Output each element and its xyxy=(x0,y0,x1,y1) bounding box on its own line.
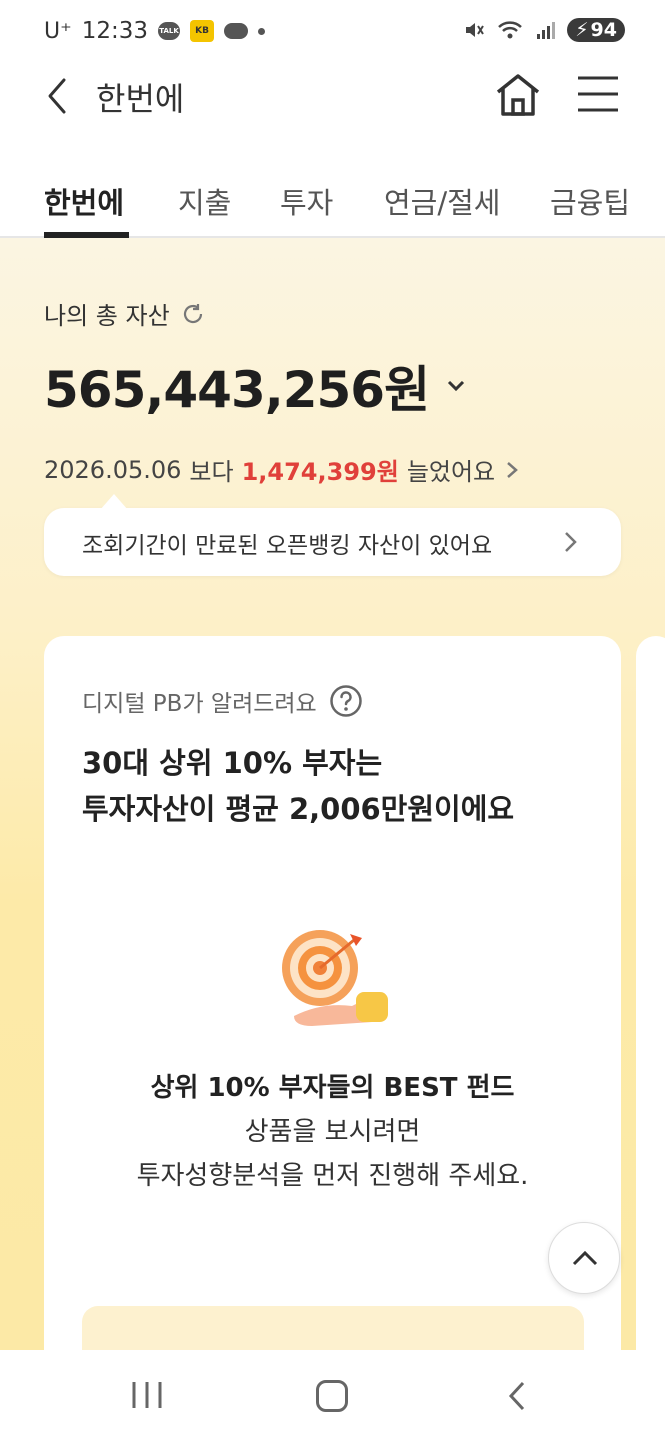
system-nav-bar xyxy=(0,1350,665,1440)
card-title-line2: 투자자산이 평균 2,006만원이에요 xyxy=(82,792,515,826)
notice-text: 조회기간이 만료된 오픈뱅킹 자산이 있어요 xyxy=(82,533,493,559)
target-icon xyxy=(282,930,388,1026)
kb-app-icon: KB xyxy=(190,20,215,42)
main-content: 나의 총 자산 565,443,256원 2026.05.06 보다 1,474… xyxy=(0,238,665,1350)
page-title: 한번에 xyxy=(96,80,185,118)
signal-icon xyxy=(537,22,556,39)
card-body: 상위 10% 부자들의 BEST 펀드 상품을 보시려면 투자성향분석을 먼저 … xyxy=(44,1066,621,1198)
card-body-line1: 상위 10% 부자들의 BEST 펀드 xyxy=(150,1073,515,1103)
assets-comparison[interactable]: 2026.05.06 보다 1,474,399원 늘었어요 xyxy=(44,452,521,487)
tab-bar: 한번에 지출 투자 연금/절세 금융팁 xyxy=(0,160,665,238)
tab-all[interactable]: 한번에 xyxy=(44,180,124,238)
battery-indicator: ⚡ 94 xyxy=(567,18,625,42)
card-body-line2: 상품을 보시려면 xyxy=(244,1117,421,1147)
card-subtitle: 디지털 PB가 알려드려요 xyxy=(82,691,317,717)
notice-pointer xyxy=(100,494,128,510)
chevron-down-icon[interactable] xyxy=(445,375,467,397)
compare-amount: 1,474,399원 xyxy=(241,458,399,486)
home-icon[interactable] xyxy=(492,70,544,120)
total-assets-label-row: 나의 총 자산 xyxy=(44,296,206,331)
chevron-right-icon xyxy=(507,461,519,478)
scroll-top-icon xyxy=(572,1250,598,1266)
carrier-label: U⁺ xyxy=(44,18,72,44)
start-analysis-button[interactable] xyxy=(82,1306,584,1350)
card-title-line1: 30대 상위 10% 부자는 xyxy=(82,746,383,780)
tab-spending[interactable]: 지출 xyxy=(178,180,231,238)
compare-date: 2026.05.06 xyxy=(44,455,182,484)
tab-finance-tips[interactable]: 금융팁 xyxy=(550,180,630,238)
kakaotalk-icon: TALK xyxy=(158,22,181,40)
app-header: 한번에 xyxy=(0,64,665,160)
home-nav-icon[interactable] xyxy=(316,1380,348,1412)
card-subtitle-row: 디지털 PB가 알려드려요 xyxy=(82,684,363,718)
mute-icon xyxy=(466,23,485,37)
help-icon[interactable] xyxy=(329,684,363,718)
recent-apps-icon[interactable] xyxy=(130,1380,164,1410)
notification-icon xyxy=(224,23,249,39)
scroll-to-top-button[interactable] xyxy=(548,1222,620,1294)
menu-icon[interactable] xyxy=(576,74,620,114)
back-nav-icon[interactable] xyxy=(505,1380,529,1412)
back-icon[interactable] xyxy=(36,74,80,118)
chevron-right-icon xyxy=(565,532,577,552)
total-assets-value: 565,443,256 xyxy=(44,361,385,419)
clock: 12:33 xyxy=(81,18,149,44)
openbanking-notice[interactable]: 조회기간이 만료된 오픈뱅킹 자산이 있어요 xyxy=(44,494,621,576)
card-title: 30대 상위 10% 부자는 투자자산이 평균 2,006만원이에요 xyxy=(82,740,514,832)
total-assets-label: 나의 총 자산 xyxy=(44,302,170,330)
more-notifications-dot xyxy=(258,27,266,35)
next-card-peek[interactable] xyxy=(636,636,665,1350)
compare-suffix: 늘었어요 xyxy=(406,458,496,486)
digital-pb-card[interactable]: 디지털 PB가 알려드려요 30대 상위 10% 부자는 투자자산이 평균 2,… xyxy=(44,636,621,1350)
tab-investment[interactable]: 투자 xyxy=(280,180,333,238)
status-right: ⚡ 94 xyxy=(463,18,625,42)
status-left: U⁺ 12:33 TALK KB xyxy=(44,18,266,44)
tab-pension-tax[interactable]: 연금/절세 xyxy=(384,180,501,238)
card-body-line3: 투자성향분석을 먼저 진행해 주세요. xyxy=(136,1161,529,1191)
total-assets-unit: 원 xyxy=(384,361,430,419)
battery-level: 94 xyxy=(590,19,617,41)
status-bar: U⁺ 12:33 TALK KB ⚡ 94 xyxy=(0,0,665,64)
wifi-icon xyxy=(498,21,523,39)
screen: U⁺ 12:33 TALK KB ⚡ 94 한번에 한번에 지출 투자 연금/절세… xyxy=(0,0,665,1440)
refresh-icon[interactable] xyxy=(180,301,206,327)
total-assets-amount[interactable]: 565,443,256원 xyxy=(44,350,467,422)
compare-mid: 보다 xyxy=(189,458,234,486)
